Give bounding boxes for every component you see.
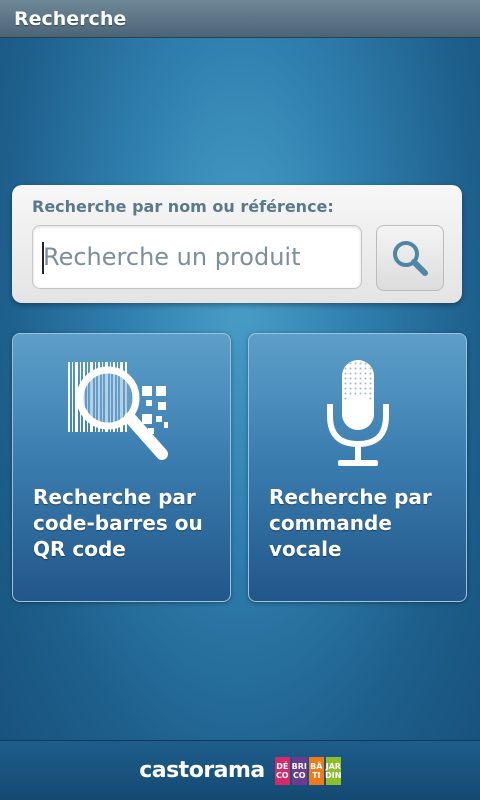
footer: castorama DÉ CO BRI CO BÂ TI JAR DIN bbox=[0, 740, 480, 800]
voice-search-tile[interactable]: Recherche par commande vocale bbox=[248, 333, 467, 602]
search-button[interactable] bbox=[376, 225, 444, 291]
category-chips: DÉ CO BRI CO BÂ TI JAR DIN bbox=[274, 756, 341, 785]
page-title: Recherche bbox=[14, 7, 127, 30]
chip-brico: BRI CO bbox=[292, 756, 307, 785]
chip-jardin: JAR DIN bbox=[325, 756, 341, 785]
search-input[interactable] bbox=[32, 225, 362, 289]
castorama-logo: castorama bbox=[139, 758, 265, 783]
chip-bati: BÂ TI bbox=[308, 756, 324, 785]
search-label: Recherche par nom ou référence: bbox=[32, 197, 334, 216]
barcode-search-tile[interactable]: Recherche par code-barres ou QR code bbox=[12, 333, 231, 602]
voice-search-label: Recherche par commande vocale bbox=[269, 485, 432, 561]
title-bar: Recherche bbox=[0, 0, 480, 38]
barcode-search-label: Recherche par code-barres ou QR code bbox=[33, 485, 203, 561]
chip-deco: DÉ CO bbox=[274, 756, 290, 785]
text-cursor bbox=[42, 242, 44, 274]
search-card: Recherche par nom ou référence: bbox=[12, 185, 462, 303]
microphone-icon bbox=[326, 360, 389, 466]
magnifier-icon bbox=[393, 241, 428, 276]
barcode-magnifier-icon bbox=[67, 362, 168, 460]
